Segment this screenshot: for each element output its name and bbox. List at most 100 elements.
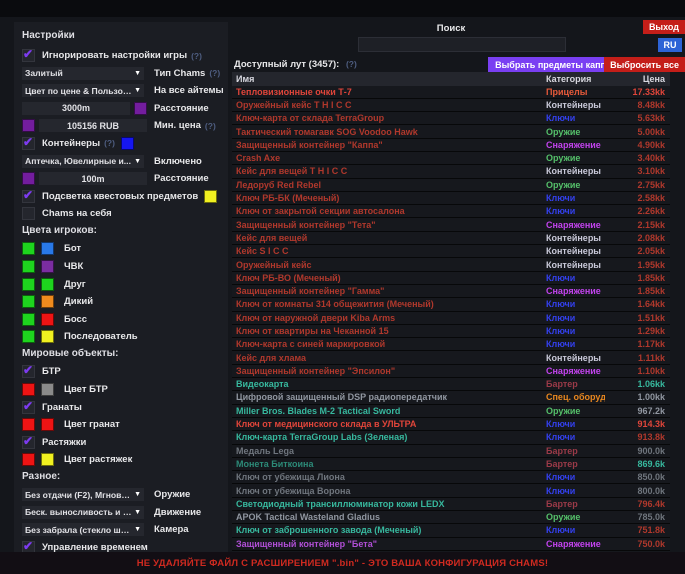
color-swatch[interactable] — [41, 260, 54, 273]
exit-button[interactable]: Выход — [643, 20, 685, 34]
dropdown-включено[interactable]: Аптечка, Ювелирные и...▼ — [22, 155, 144, 168]
table-row[interactable]: Miller Bros. Blades M-2 Tactical SwordОр… — [232, 405, 670, 418]
chevron-down-icon: ▼ — [134, 491, 141, 498]
table-row[interactable]: Оружейный кейсКонтейнеры1.95kk — [232, 258, 670, 271]
dropdown-на-все-айтемы[interactable]: Цвет по цене & Пользователь▼ — [22, 84, 144, 97]
item-price: 1.95kk — [605, 260, 670, 270]
table-row[interactable]: Ледоруб Red RebelОружие2.75kk — [232, 179, 670, 192]
color-swatch[interactable] — [41, 383, 54, 396]
table-row[interactable]: Кейс для вещей T H I C CКонтейнеры3.10kk — [232, 165, 670, 178]
color-swatch[interactable] — [22, 330, 35, 343]
dropdown-движение[interactable]: Беск. выносливость и нет уста▼ — [22, 506, 144, 519]
language-button[interactable]: RU — [658, 38, 682, 52]
item-name: Ключ-карта TerraGroup Labs (Зеленая) — [232, 432, 546, 442]
table-row[interactable]: Защищенный контейнер "Тета"Снаряжение2.1… — [232, 218, 670, 231]
value-input-мин-цена[interactable]: 105156 RUB — [39, 119, 147, 132]
checkbox-контейнеры[interactable] — [22, 137, 35, 150]
color-swatch[interactable] — [22, 172, 35, 185]
item-price: 1.10kk — [605, 366, 670, 376]
table-row[interactable]: Кейс для вещейКонтейнеры2.08kk — [232, 232, 670, 245]
checkbox-растяжки[interactable] — [22, 436, 35, 449]
item-price: 1.06kk — [605, 379, 670, 389]
value-input-расстояние[interactable]: 100m — [39, 172, 147, 185]
checkbox-подсветка-квестовых-предметов[interactable] — [22, 190, 35, 203]
section-header-мировые-объекты: Мировые объекты: — [22, 348, 220, 359]
table-row[interactable]: Защищенный контейнер "Гамма"Снаряжение1.… — [232, 285, 670, 298]
color-swatch[interactable] — [22, 278, 35, 291]
color-swatch[interactable] — [22, 383, 35, 396]
color-swatch[interactable] — [41, 330, 54, 343]
dropdown-камера[interactable]: Без забрала (стекло шлема)▼ — [22, 523, 144, 536]
help-hint: (?) — [205, 121, 216, 131]
color-swatch[interactable] — [22, 119, 35, 132]
checkbox-row-игнорировать-настройки-игры: Игнорировать настройки игры(?) — [22, 49, 220, 62]
item-name: Цифровой защищенный DSP радиопередатчик — [232, 392, 546, 402]
color-swatch[interactable] — [41, 278, 54, 291]
table-row[interactable]: Кейс для хламаКонтейнеры1.11kk — [232, 351, 670, 364]
color-swatch[interactable] — [22, 295, 35, 308]
table-row[interactable]: Ключ РБ-ВО (Меченый)Ключи1.85kk — [232, 272, 670, 285]
color-swatch[interactable] — [41, 295, 54, 308]
table-row[interactable]: Ключ РБ-БК (Меченый)Ключи2.58kk — [232, 192, 670, 205]
column-header-name: Имя — [232, 74, 546, 84]
table-row[interactable]: Ключ от заброшенного завода (Меченый)Клю… — [232, 524, 670, 537]
chevron-down-icon: ▼ — [134, 87, 141, 94]
checkbox-гранаты[interactable] — [22, 401, 35, 414]
table-row[interactable]: APOK Tactical Wasteland GladiusОружие785… — [232, 511, 670, 524]
table-row[interactable]: Ключ от комнаты 314 общежития (Меченый)К… — [232, 298, 670, 311]
table-row[interactable]: Ключ от квартиры на Чеканной 15Ключи1.29… — [232, 325, 670, 338]
color-swatch[interactable] — [22, 418, 35, 431]
color-swatch[interactable] — [41, 453, 54, 466]
color-swatch[interactable] — [41, 242, 54, 255]
item-price: 17.33kk — [605, 87, 670, 97]
color-swatch[interactable] — [41, 313, 54, 326]
table-row[interactable]: Ключ от убежища ЛионаКлючи850.0k — [232, 471, 670, 484]
table-row[interactable]: Кейс S I C CКонтейнеры2.05kk — [232, 245, 670, 258]
control-zone: 3000m — [22, 102, 154, 115]
color-swatch[interactable] — [22, 242, 35, 255]
table-row[interactable]: Ключ-карта от склада TerraGroupКлючи5.63… — [232, 112, 670, 125]
table-row[interactable]: Ключ-карта с синей маркировкойКлючи1.17k… — [232, 338, 670, 351]
color-swatch[interactable] — [121, 137, 134, 150]
select-kappa-items-button[interactable]: Выбрать предметы каппа — [488, 57, 618, 72]
table-row[interactable]: Тепловизионные очки Т-7Прицелы17.33kk — [232, 86, 670, 99]
table-row[interactable]: Crash AxeОружие3.40kk — [232, 152, 670, 165]
dropdown-label: Движение — [154, 507, 201, 518]
dropdown-оружие[interactable]: Без отдачи (F2), Мгновенное п▼ — [22, 488, 144, 501]
table-row[interactable]: Оружейный кейс T H I C CКонтейнеры8.48kk — [232, 99, 670, 112]
table-row[interactable]: Монета БиткоинаБартер869.6k — [232, 458, 670, 471]
dropdown-value: Без отдачи (F2), Мгновенное п — [25, 490, 132, 500]
table-row[interactable]: Защищенный контейнер "Бета"Снаряжение750… — [232, 538, 670, 551]
table-row[interactable]: Тактический томагавк SOG Voodoo HawkОруж… — [232, 125, 670, 138]
search-label: Поиск — [232, 23, 670, 34]
input-row-расстояние: 3000mРасстояние — [22, 102, 220, 115]
table-row[interactable]: Цифровой защищенный DSP радиопередатчикС… — [232, 391, 670, 404]
loot-table-header: Имя Категория Цена — [232, 72, 670, 86]
color-swatch[interactable] — [41, 418, 54, 431]
colorpair-row-друг: Друг — [22, 278, 220, 291]
table-row[interactable]: Ключ от убежища ВоронаКлючи800.0k — [232, 484, 670, 497]
color-swatch[interactable] — [22, 313, 35, 326]
drop-all-button[interactable]: Выбросить все — [604, 57, 685, 72]
search-input[interactable] — [358, 37, 566, 52]
table-row[interactable]: Светодиодный трансиллюминатор кожи LEDXБ… — [232, 498, 670, 511]
color-swatch[interactable] — [134, 102, 147, 115]
value-input-расстояние[interactable]: 3000m — [22, 102, 130, 115]
item-category: Бартер — [546, 459, 605, 469]
item-price: 2.08kk — [605, 233, 670, 243]
color-swatch[interactable] — [22, 260, 35, 273]
table-row[interactable]: Защищенный контейнер "Эпсилон"Снаряжение… — [232, 365, 670, 378]
checkbox-chams-на-себя[interactable] — [22, 207, 35, 220]
color-swatch[interactable] — [204, 190, 217, 203]
checkbox-игнорировать-настройки-игры[interactable] — [22, 49, 35, 62]
table-row[interactable]: Ключ от наружной двери Kiba ArmsКлючи1.5… — [232, 312, 670, 325]
table-row[interactable]: Ключ от медицинского склада в УЛЬТРАКлюч… — [232, 418, 670, 431]
table-row[interactable]: Ключ-карта TerraGroup Labs (Зеленая)Ключ… — [232, 431, 670, 444]
table-row[interactable]: Ключ от закрытой секции автосалонаКлючи2… — [232, 205, 670, 218]
dropdown-тип-chams[interactable]: Залитый▼ — [22, 67, 144, 80]
color-swatch[interactable] — [22, 453, 35, 466]
table-row[interactable]: Медаль LegaБартер900.0k — [232, 445, 670, 458]
checkbox-бтр[interactable] — [22, 365, 35, 378]
table-row[interactable]: Защищенный контейнер "Каппа"Снаряжение4.… — [232, 139, 670, 152]
table-row[interactable]: ВидеокартаБартер1.06kk — [232, 378, 670, 391]
